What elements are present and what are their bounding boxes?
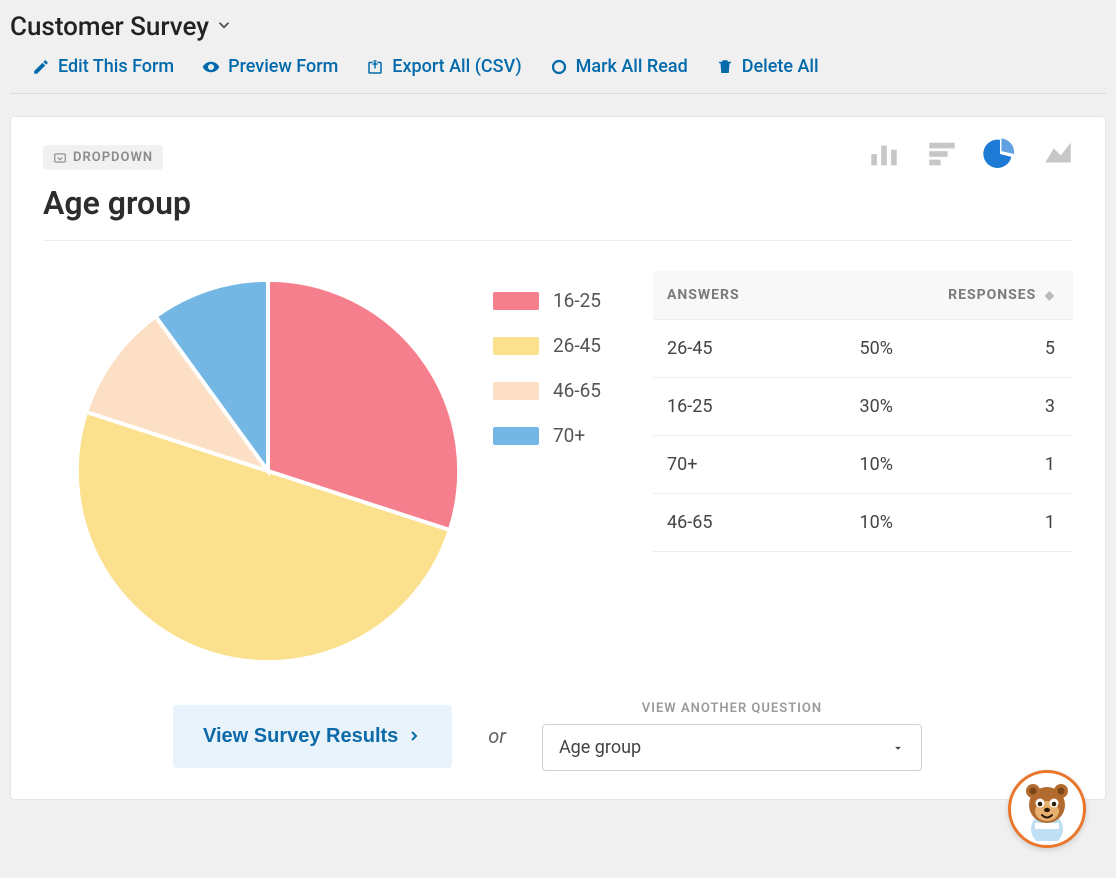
help-mascot-button[interactable] [1008,770,1086,848]
count-cell: 3 [987,378,1073,436]
chevron-right-icon [406,728,422,744]
legend-item[interactable]: 26-45 [493,334,623,357]
export-all-label: Export All (CSV) [392,56,521,77]
or-text: or [488,724,506,748]
answer-cell: 46-65 [653,494,829,552]
answer-cell: 26-45 [653,320,829,378]
responses-header-label: RESPONSES [948,287,1036,303]
question-select-value: Age group [559,737,641,758]
preview-form-label: Preview Form [228,56,338,77]
eye-icon [202,58,220,76]
answers-table: ANSWERS RESPONSES ◆ 26-4550%516-2530%370… [653,271,1073,552]
table-row: 26-4550%5 [653,320,1073,378]
question-title: Age group [43,184,1073,222]
table-row: 16-2530%3 [653,378,1073,436]
export-all-link[interactable]: Export All (CSV) [366,56,521,77]
percent-cell: 50% [829,320,987,378]
legend-item[interactable]: 46-65 [493,379,623,402]
card-footer: View Survey Results or VIEW ANOTHER QUES… [43,701,1073,771]
table-row: 70+10%1 [653,436,1073,494]
card-divider [43,240,1073,241]
mark-all-read-link[interactable]: Mark All Read [550,56,688,77]
edit-form-link[interactable]: Edit This Form [32,56,174,77]
count-cell: 1 [987,436,1073,494]
chart-body-row: 16-2526-4546-6570+ ANSWERS RESPONSES ◆ 2… [43,271,1073,671]
legend-label: 26-45 [553,334,601,357]
preview-form-link[interactable]: Preview Form [202,56,338,77]
table-row: 46-6510%1 [653,494,1073,552]
count-cell: 5 [987,320,1073,378]
form-title-text: Customer Survey [10,12,209,42]
responses-header[interactable]: RESPONSES ◆ [829,271,1073,320]
legend-swatch [493,292,539,310]
chart-legend: 16-25 26-45 46-65 70+ [493,271,623,469]
sort-icon: ◆ [1045,288,1055,302]
survey-result-card: DROPDOWN Age group 16-2526-4546-6570+ AN… [10,116,1106,800]
bear-mascot-icon [1015,777,1079,841]
trash-icon [716,58,734,76]
dropdown-field-icon [53,151,67,165]
export-icon [366,58,384,76]
area-chart-icon[interactable] [1041,137,1075,167]
answer-cell: 16-25 [653,378,829,436]
bar-chart-icon[interactable] [867,137,901,167]
chevron-down-icon [215,16,233,39]
delete-all-link[interactable]: Delete All [716,56,819,77]
legend-item[interactable]: 16-25 [493,289,623,312]
delete-all-label: Delete All [742,56,819,77]
question-select-wrap: VIEW ANOTHER QUESTION Age group [542,701,922,771]
answer-cell: 70+ [653,436,829,494]
page-header: Customer Survey Edit This Form Preview F… [0,0,1116,94]
form-title-dropdown[interactable]: Customer Survey [10,12,1106,42]
horizontal-bar-icon[interactable] [925,137,959,167]
percent-cell: 10% [829,436,987,494]
legend-label: 46-65 [553,379,601,402]
circle-icon [550,58,568,76]
question-select[interactable]: Age group [542,724,922,771]
legend-swatch [493,427,539,445]
legend-item[interactable]: 70+ [493,424,623,447]
mark-all-read-label: Mark All Read [576,56,688,77]
count-cell: 1 [987,494,1073,552]
legend-swatch [493,382,539,400]
caret-down-icon [891,741,905,755]
pencil-icon [32,58,50,76]
view-survey-results-label: View Survey Results [203,725,398,748]
answers-header: ANSWERS [653,271,829,320]
legend-label: 70+ [553,424,585,447]
field-type-badge: DROPDOWN [43,145,163,170]
chart-type-switcher [867,137,1075,167]
question-select-label: VIEW ANOTHER QUESTION [542,701,922,716]
percent-cell: 10% [829,494,987,552]
field-type-label: DROPDOWN [73,150,153,165]
pie-chart-icon[interactable] [983,137,1017,167]
view-survey-results-button[interactable]: View Survey Results [173,705,452,768]
pie-chart [43,271,463,671]
legend-swatch [493,337,539,355]
form-actions-bar: Edit This Form Preview Form Export All (… [10,42,1106,94]
percent-cell: 30% [829,378,987,436]
edit-form-label: Edit This Form [58,56,174,77]
legend-label: 16-25 [553,289,601,312]
